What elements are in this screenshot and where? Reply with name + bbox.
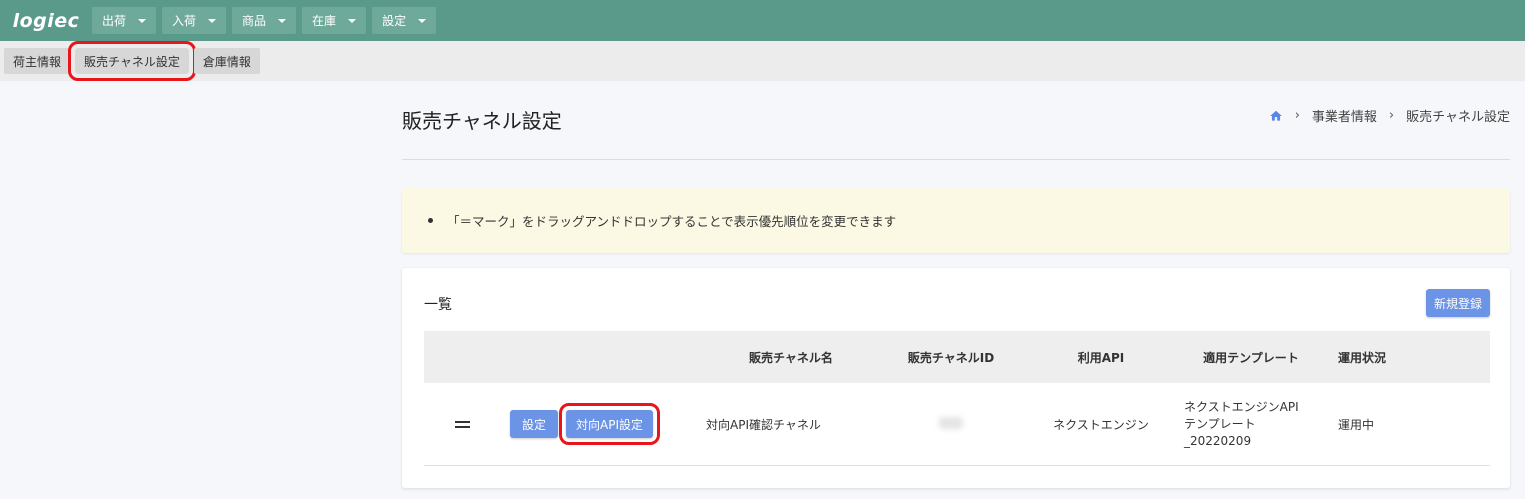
nav-label: 出荷 <box>102 14 127 28</box>
tab-shipper-info[interactable]: 荷主情報 <box>4 48 71 74</box>
channel-table: 販売チャネル名 販売チャネルID 利用API 適用テンプレート 運用状況 設定 … <box>424 331 1490 466</box>
api-cell: ネクストエンジン <box>1053 417 1149 432</box>
breadcrumb: › 事業者情報 › 販売チャネル設定 <box>1269 106 1510 125</box>
nav-label: 商品 <box>242 14 267 28</box>
actions-cell: 設定 対向API設定 <box>501 403 706 445</box>
notice-text: 「＝マーク」をドラッグアンドドロップすることで表示優先順位を変更できます <box>447 214 897 229</box>
chevron-right-icon: › <box>1388 108 1395 123</box>
template-line: テンプレート <box>1184 416 1256 431</box>
nav-label: 在庫 <box>312 14 337 28</box>
tab-warehouse-info[interactable]: 倉庫情報 <box>193 48 260 74</box>
list-title: 一覧 <box>424 297 452 313</box>
blurred-id <box>939 416 963 429</box>
drag-handle-icon[interactable] <box>455 420 470 428</box>
header-template: 適用テンプレート <box>1203 350 1299 365</box>
caret-down-icon <box>138 18 147 23</box>
nav-settings[interactable]: 設定 <box>372 7 437 34</box>
channel-list-card: 一覧 新規登録 販売チャネル名 販売チャネルID 利用API 適用テンプレート … <box>402 268 1510 488</box>
nav-inventory[interactable]: 在庫 <box>302 7 367 34</box>
header-channel-id: 販売チャネルID <box>907 350 995 365</box>
notice-box: 「＝マーク」をドラッグアンドドロップすることで表示優先順位を変更できます <box>402 188 1510 253</box>
nav-receiving[interactable]: 入荷 <box>162 7 227 34</box>
settings-button[interactable]: 設定 <box>510 410 559 438</box>
nav-products[interactable]: 商品 <box>232 7 297 34</box>
drag-cell <box>424 420 501 428</box>
new-register-button[interactable]: 新規登録 <box>1425 289 1490 317</box>
channel-id-cell <box>876 416 1026 432</box>
caret-down-icon <box>208 18 217 23</box>
table-header: 販売チャネル名 販売チャネルID 利用API 適用テンプレート 運用状況 <box>424 331 1490 383</box>
caret-down-icon <box>418 18 427 23</box>
caret-down-icon <box>278 18 287 23</box>
tab-sales-channel-settings[interactable]: 販売チャネル設定 <box>68 41 196 81</box>
nav-shipping[interactable]: 出荷 <box>92 7 157 34</box>
status-cell: 運用中 <box>1338 417 1375 432</box>
breadcrumb-current: 販売チャネル設定 <box>1406 110 1510 125</box>
channel-name-cell: 対向API確認チャネル <box>706 417 821 432</box>
bullet-icon <box>428 218 433 223</box>
main-nav: 出荷 入荷 商品 在庫 設定 <box>92 0 442 41</box>
template-line: _20220209 <box>1184 433 1252 448</box>
header-status: 運用状況 <box>1338 350 1387 365</box>
counterpart-api-settings-button[interactable]: 対向API設定 <box>566 410 654 438</box>
table-row: 設定 対向API設定 対向API確認チャネル ネクストエンジン ネクストエンジン… <box>424 383 1490 466</box>
breadcrumb-business-info[interactable]: 事業者情報 <box>1312 106 1377 125</box>
header-channel-name: 販売チャネル名 <box>749 350 833 365</box>
api-button-highlight: 対向API設定 <box>559 403 661 445</box>
caret-down-icon <box>348 18 357 23</box>
nav-label: 入荷 <box>172 14 197 28</box>
logo[interactable]: logiec <box>0 0 92 41</box>
top-navbar: logiec 出荷 入荷 商品 在庫 設定 <box>0 0 1525 41</box>
sub-navbar: 荷主情報 販売チャネル設定 倉庫情報 <box>0 41 1525 81</box>
page-title: 販売チャネル設定 <box>402 109 562 133</box>
nav-label: 設定 <box>382 14 407 28</box>
home-icon[interactable] <box>1269 109 1283 123</box>
chevron-right-icon: › <box>1294 108 1300 123</box>
header-api: 利用API <box>1077 350 1125 365</box>
template-cell: ネクストエンジンAPI テンプレート _20220209 <box>1176 399 1326 450</box>
template-line: ネクストエンジンAPI <box>1184 399 1299 414</box>
divider <box>402 159 1510 160</box>
